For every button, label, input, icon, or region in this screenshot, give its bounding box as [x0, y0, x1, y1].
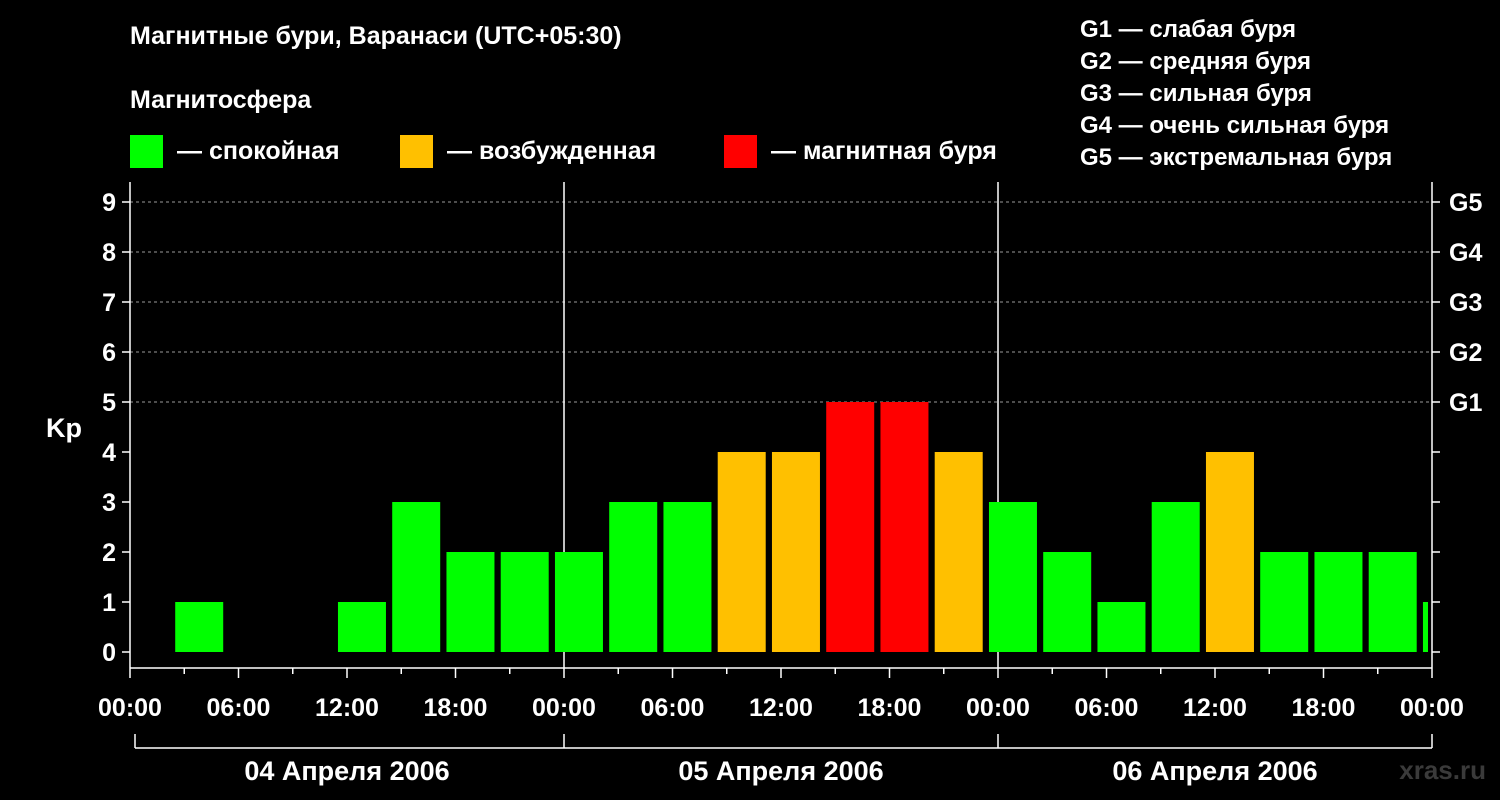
x-tick-label: 06:00 [1075, 694, 1139, 722]
kp-bar-chart: 0 1 2 3 4 5 6 7 8 9 G1 G2 G3 G4 G5 Kp 00:00 06:00 12:00 18:… [46, 182, 1482, 786]
x-tick-label: 00:00 [98, 694, 162, 722]
kp-bar [988, 502, 1037, 652]
x-tick-label: 18:00 [1292, 694, 1356, 722]
kp-bar [1151, 502, 1200, 652]
kp-bar [1422, 602, 1428, 652]
kp-bar [717, 452, 766, 652]
watermark: xras.ru [1399, 755, 1486, 785]
kp-bar [1260, 552, 1309, 652]
kp-bar [1097, 602, 1146, 652]
date-label: 05 Апреля 2006 [678, 756, 883, 786]
x-tick-label: 12:00 [315, 694, 379, 722]
y-tick-label: 9 [102, 189, 116, 217]
x-tick-label: 06:00 [207, 694, 271, 722]
y2-g-label: G4 [1449, 239, 1482, 267]
x-tick-label: 00:00 [532, 694, 596, 722]
kp-bar [934, 452, 983, 652]
y2-g-label: G3 [1449, 289, 1482, 317]
kp-bar [771, 452, 820, 652]
kp-bar [663, 502, 712, 652]
kp-bar [1368, 552, 1417, 652]
kp-bar [446, 552, 495, 652]
x-tick-label: 06:00 [641, 694, 705, 722]
y-tick-label: 1 [102, 589, 116, 617]
y2-g-label: G1 [1449, 389, 1482, 417]
kp-bar [392, 502, 441, 652]
y-tick-label: 3 [102, 489, 116, 517]
kp-bar [1314, 552, 1363, 652]
x-tick-label: 12:00 [749, 694, 813, 722]
kp-bar [175, 602, 224, 652]
y2-g-label: G2 [1449, 339, 1482, 367]
x-tick-label: 18:00 [858, 694, 922, 722]
y-tick-label: 0 [102, 639, 116, 667]
date-label: 06 Апреля 2006 [1112, 756, 1317, 786]
y-tick-label: 5 [102, 389, 116, 417]
y-tick-label: 8 [102, 239, 116, 267]
y-tick-label: 6 [102, 339, 116, 367]
x-tick-label: 12:00 [1183, 694, 1247, 722]
kp-bar [609, 502, 658, 652]
kp-bar [337, 602, 386, 652]
kp-bar [554, 552, 603, 652]
y-tick-label: 7 [102, 289, 116, 317]
y-axis-label: Kp [46, 413, 82, 443]
y-tick-label: 2 [102, 539, 116, 567]
kp-bar [1043, 552, 1092, 652]
x-tick-label: 18:00 [424, 694, 488, 722]
kp-bar [1205, 452, 1254, 652]
y2-g-label: G5 [1449, 189, 1482, 217]
kp-bar [500, 552, 549, 652]
y-tick-label: 4 [102, 439, 116, 467]
kp-bar [826, 402, 875, 652]
x-tick-label: 00:00 [1400, 694, 1464, 722]
x-tick-label: 00:00 [966, 694, 1030, 722]
kp-bar [880, 402, 929, 652]
date-label: 04 Апреля 2006 [244, 756, 449, 786]
